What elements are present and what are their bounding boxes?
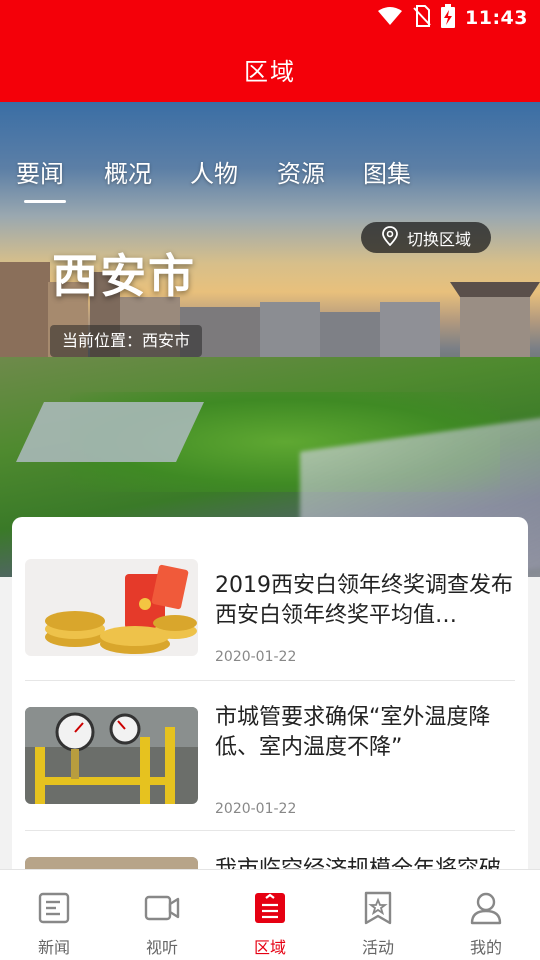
nav-video-label: 视听 — [145, 938, 178, 957]
video-icon — [144, 895, 180, 921]
news-title: 市城管要求确保“室外温度降低、室内温度不降” — [215, 705, 491, 760]
news-item[interactable]: 市城管要求确保“室外温度降低、室内温度不降” 2020-01-22 — [25, 685, 515, 835]
news-thumbnail — [25, 559, 198, 656]
switch-region-label: 切换区域 — [406, 229, 471, 249]
region-icon — [255, 893, 285, 923]
app-header: 区域 — [0, 36, 540, 102]
location-pin-icon — [381, 225, 399, 250]
page-title: 区域 — [244, 57, 296, 86]
nav-region-label: 区域 — [253, 938, 286, 957]
tab-resources[interactable]: 资源 — [277, 154, 325, 189]
nav-activity-label: 活动 — [361, 938, 394, 957]
city-name: 西安市 — [52, 249, 196, 303]
news-thumbnail — [25, 707, 198, 804]
nav-region[interactable]: 区域 — [216, 870, 324, 960]
active-tab-indicator — [24, 200, 66, 203]
tab-overview[interactable]: 概况 — [104, 154, 152, 189]
category-tabs: 要闻 概况 人物 资源 图集 — [0, 154, 540, 204]
nav-profile-label: 我的 — [469, 938, 502, 957]
bottom-navigation: 新闻 视听 区域 活动 我的 — [0, 869, 540, 960]
status-icons: 11:43 — [377, 4, 528, 32]
divider — [25, 680, 515, 681]
nav-news[interactable]: 新闻 — [0, 870, 108, 960]
tab-gallery[interactable]: 图集 — [363, 154, 411, 189]
news-title: 2019西安白领年终奖调查发布 西安白领年终奖平均值… — [215, 573, 513, 628]
news-date: 2020-01-22 — [215, 801, 297, 817]
nav-activity[interactable]: 活动 — [324, 870, 432, 960]
nav-news-label: 新闻 — [37, 938, 70, 957]
divider — [25, 830, 515, 831]
battery-charging-icon — [441, 4, 456, 32]
no-sim-icon — [413, 5, 431, 31]
fountain-pool — [16, 402, 204, 462]
current-location: 当前位置：西安市 — [50, 325, 203, 357]
news-date: 2020-01-22 — [215, 649, 297, 665]
switch-region-button[interactable]: 切换区域 — [361, 222, 491, 253]
wifi-icon — [377, 6, 403, 30]
tab-news[interactable]: 要闻 — [16, 154, 64, 189]
news-item[interactable]: 2019西安白领年终奖调查发布 西安白领年终奖平均值… 2020-01-22 — [25, 535, 515, 685]
nav-video[interactable]: 视听 — [108, 870, 216, 960]
profile-icon — [470, 892, 502, 925]
activity-icon — [364, 891, 392, 925]
tab-people[interactable]: 人物 — [190, 154, 238, 189]
hero-banner: 要闻 概况 人物 资源 图集 切换区域 西安市 当前位置：西安市 — [0, 102, 540, 577]
status-time: 11:43 — [465, 7, 528, 29]
news-icon — [38, 892, 70, 924]
nav-profile[interactable]: 我的 — [432, 870, 540, 960]
status-bar: 11:43 — [0, 0, 540, 36]
